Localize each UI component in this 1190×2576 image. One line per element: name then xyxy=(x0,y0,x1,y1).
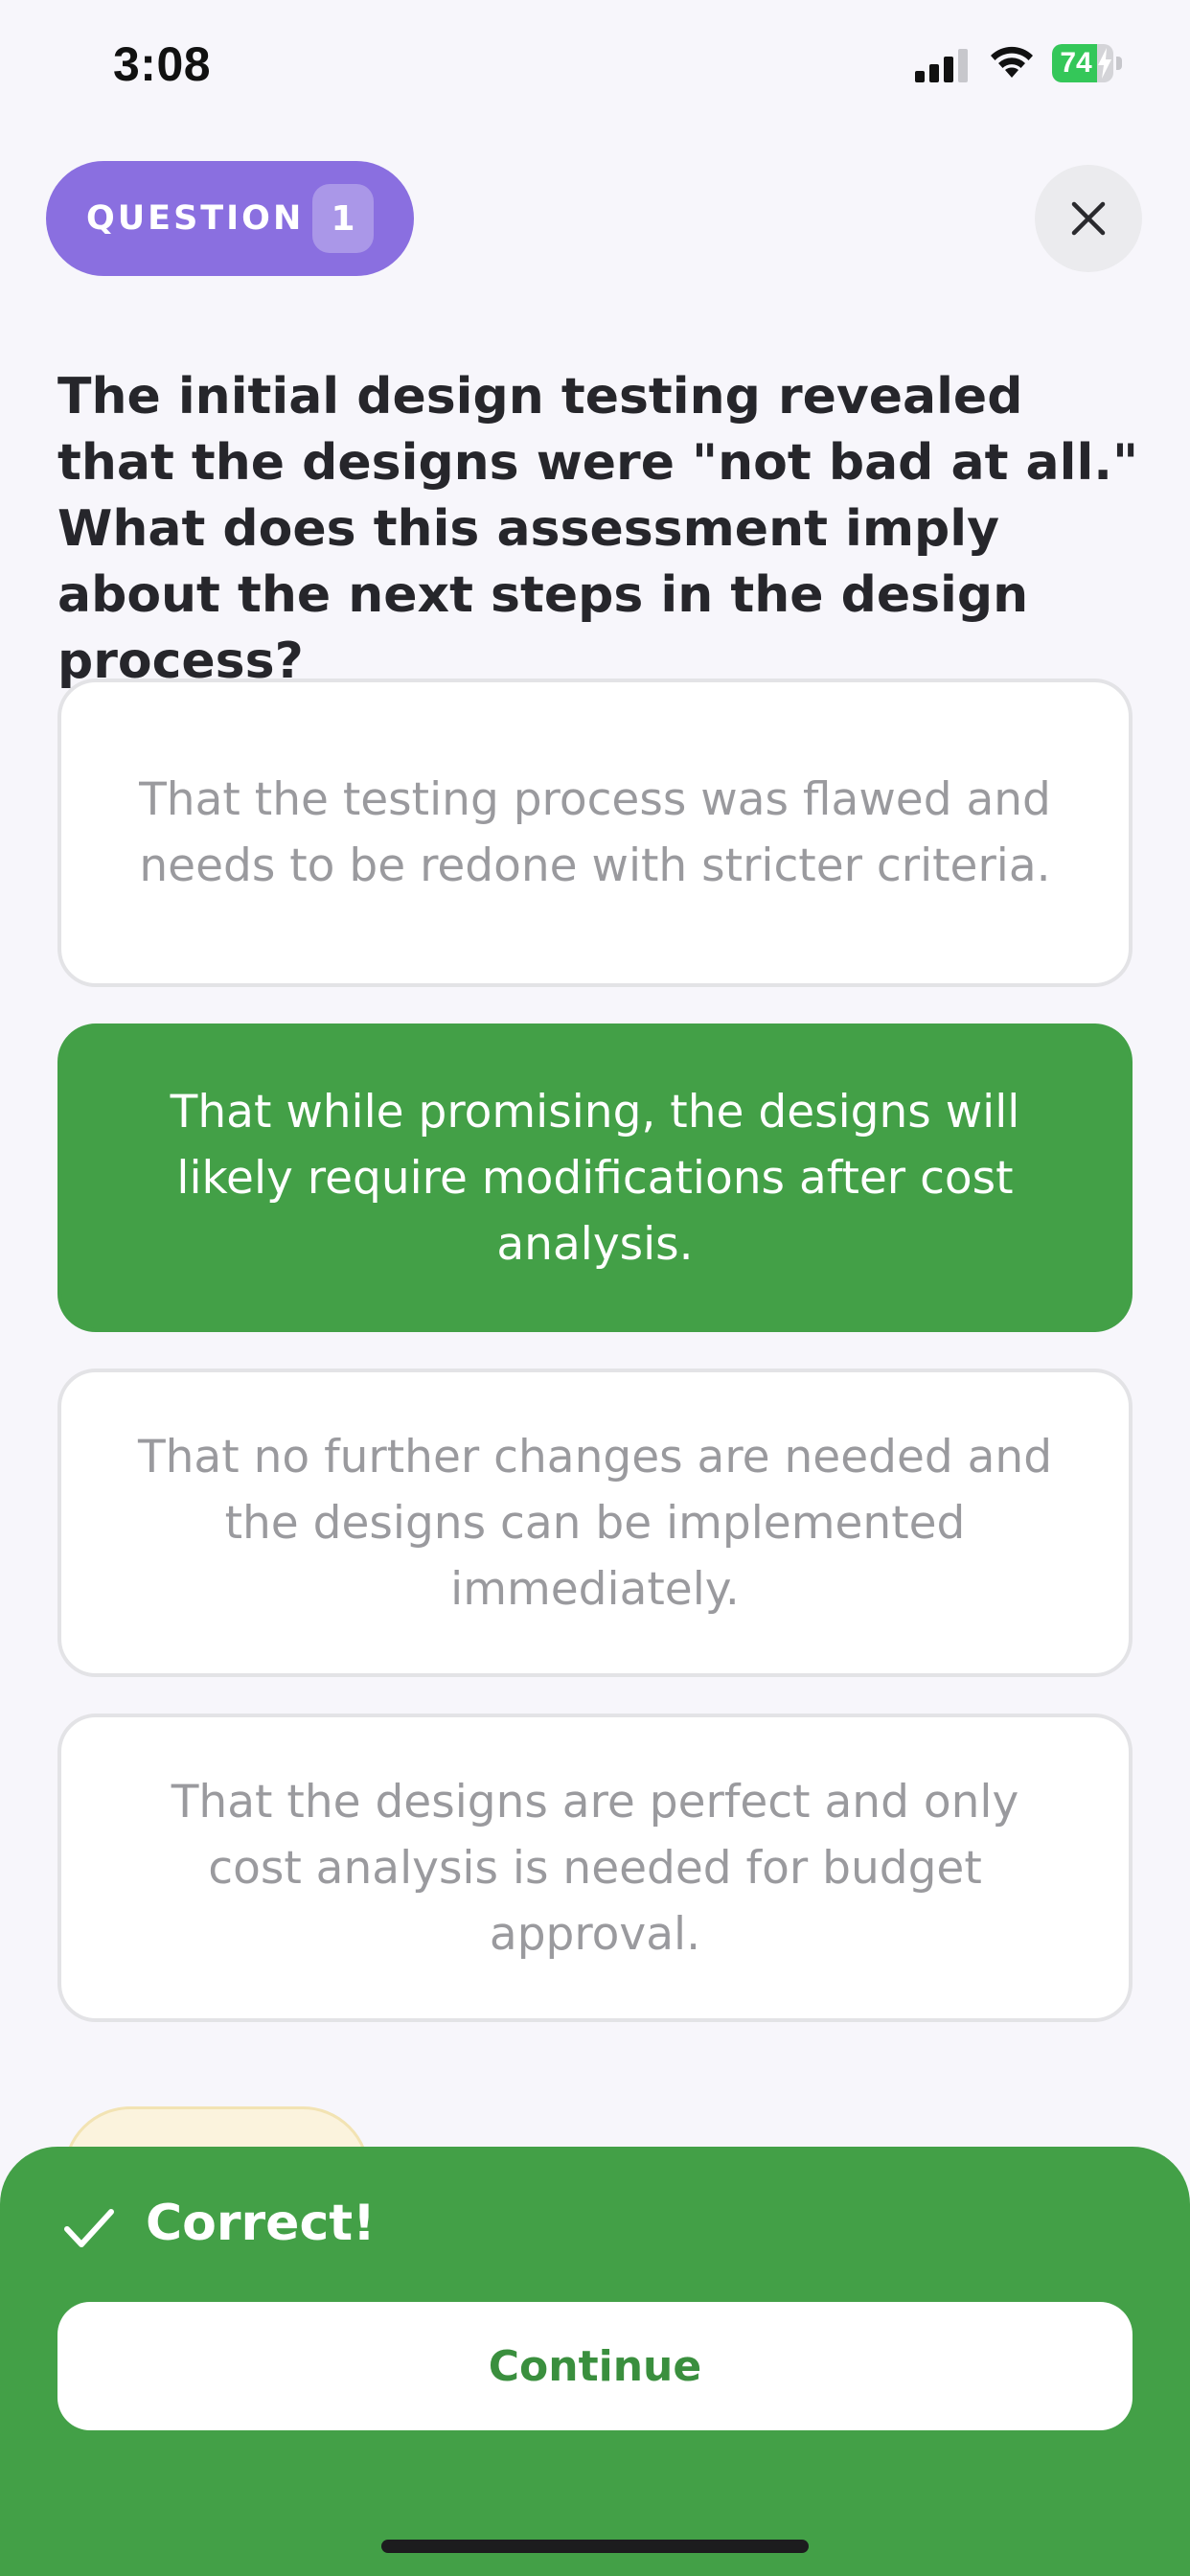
check-icon xyxy=(64,2209,114,2247)
feedback-panel: Correct! Continue xyxy=(0,2147,1190,2576)
feedback-title: Correct! xyxy=(146,2195,376,2252)
question-badge: QUESTION 1 xyxy=(46,161,414,276)
answer-option-text: That the designs are perfect and only co… xyxy=(171,1775,1019,1961)
close-button[interactable] xyxy=(1035,165,1142,272)
answer-option[interactable]: That the designs are perfect and only co… xyxy=(57,1714,1133,2022)
wifi-icon xyxy=(991,46,1033,78)
battery-body: 74 xyxy=(1052,44,1113,82)
battery-icon: 74 xyxy=(1052,44,1125,82)
answer-option-text: That the testing process was flawed and … xyxy=(139,773,1051,892)
answer-option-text: That no further changes are needed and t… xyxy=(137,1430,1053,1616)
home-indicator[interactable] xyxy=(381,2540,809,2553)
answer-options: That the testing process was flawed and … xyxy=(57,678,1133,2058)
battery-level: 74 xyxy=(1060,47,1092,79)
answer-option-text: That while promising, the designs will l… xyxy=(170,1085,1020,1271)
question-text: The initial design testing revealed that… xyxy=(57,368,1139,690)
answer-option[interactable]: That the testing process was flawed and … xyxy=(57,678,1133,987)
status-bar: 3:08 74 xyxy=(0,0,1190,134)
answer-option[interactable]: That while promising, the designs will l… xyxy=(57,1024,1133,1332)
answer-option[interactable]: That no further changes are needed and t… xyxy=(57,1368,1133,1677)
charging-bolt-icon xyxy=(1098,48,1111,79)
signal-icon xyxy=(915,49,968,82)
question-number: 1 xyxy=(312,184,374,253)
close-icon xyxy=(1071,201,1106,236)
battery-cap xyxy=(1116,57,1122,70)
continue-button[interactable]: Continue xyxy=(57,2302,1133,2430)
status-time: 3:08 xyxy=(113,37,212,91)
continue-label: Continue xyxy=(488,2341,702,2391)
question-label: QUESTION xyxy=(86,199,305,238)
